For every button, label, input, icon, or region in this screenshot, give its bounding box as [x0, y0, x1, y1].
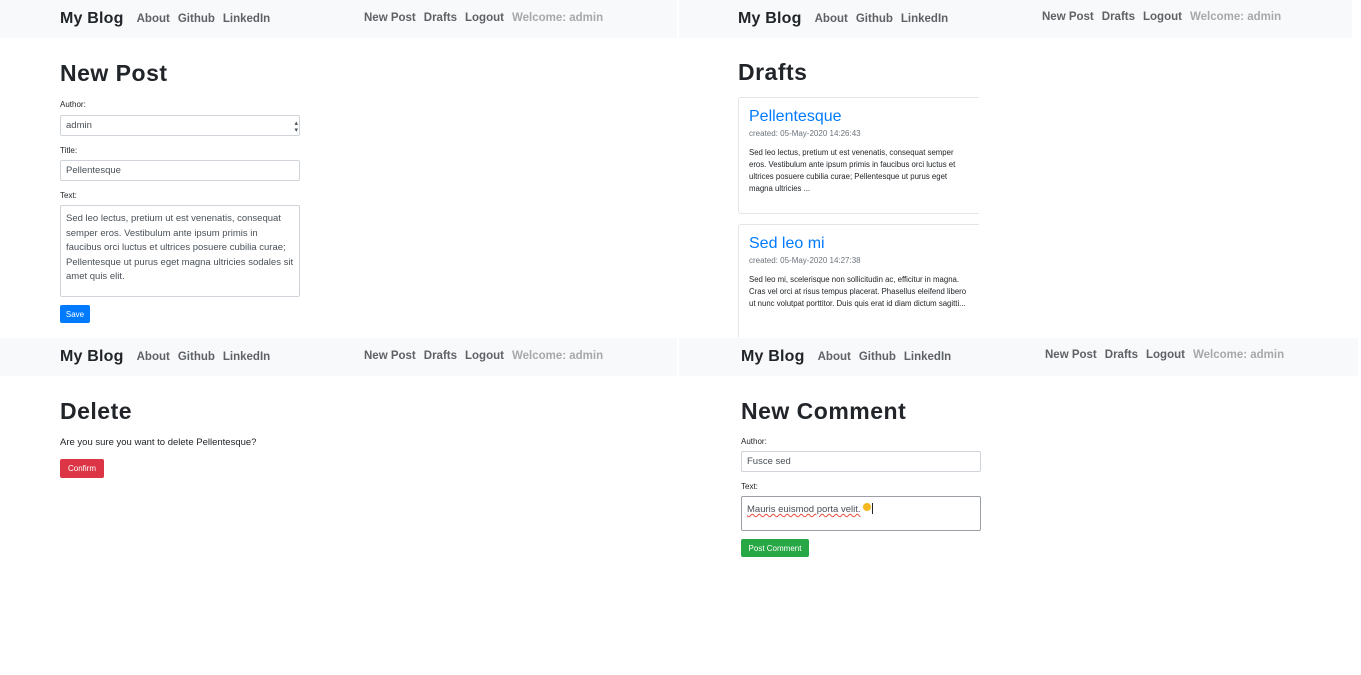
nav-about[interactable]: About — [815, 13, 848, 25]
draft-title-link[interactable]: Pellentesque — [749, 108, 969, 126]
delete-panel: My Blog About Github LinkedIn New Post D… — [0, 338, 677, 675]
nav-drafts[interactable]: Drafts — [1105, 349, 1138, 361]
navbar: My Blog About Github LinkedIn New Post D… — [679, 338, 1358, 376]
welcome-text: Welcome: admin — [511, 350, 604, 362]
text-label: Text: — [741, 482, 758, 491]
delete-question: Are you sure you want to delete Pellente… — [60, 437, 257, 448]
nav-new-post[interactable]: New Post — [1042, 11, 1094, 23]
nav-linkedin[interactable]: LinkedIn — [223, 351, 270, 363]
draft-excerpt: Sed leo lectus, pretium ut est venenatis… — [749, 148, 956, 193]
title-input[interactable]: Pellentesque — [60, 160, 300, 181]
author-select-value: admin — [66, 120, 92, 131]
navbar: My Blog About Github LinkedIn New Post D… — [679, 0, 1352, 38]
author-select[interactable]: admin ▴ ▾ — [60, 115, 300, 136]
chevron-updown-icon: ▴ ▾ — [294, 120, 298, 134]
draft-card: Sed leo mi created: 05-May-2020 14:27:38… — [738, 224, 979, 337]
page-title: Drafts — [738, 59, 808, 85]
brand-link[interactable]: My Blog — [60, 348, 124, 366]
new-comment-panel: My Blog About Github LinkedIn New Post D… — [679, 338, 1361, 675]
brand-link[interactable]: My Blog — [738, 10, 802, 28]
nav-github[interactable]: Github — [859, 351, 896, 363]
confirm-button[interactable]: Confirm — [60, 459, 104, 478]
nav-drafts[interactable]: Drafts — [424, 350, 457, 362]
nav-logout[interactable]: Logout — [465, 12, 504, 24]
title-label: Title: — [60, 146, 78, 155]
nav-linkedin[interactable]: LinkedIn — [901, 13, 948, 25]
navbar: My Blog About Github LinkedIn New Post D… — [0, 338, 677, 376]
post-comment-button[interactable]: Post Comment — [741, 539, 809, 557]
draft-created: created: 05-May-2020 14:27:38 — [749, 256, 861, 265]
page-title: New Comment — [741, 398, 907, 424]
nav-about[interactable]: About — [818, 351, 851, 363]
text-label: Text: — [60, 191, 77, 200]
draft-title-link[interactable]: Sed leo mi — [749, 235, 969, 253]
nav-github[interactable]: Github — [178, 351, 215, 363]
smiling-face-emoji — [862, 503, 871, 511]
nav-logout[interactable]: Logout — [1143, 11, 1182, 23]
nav-drafts[interactable]: Drafts — [424, 12, 457, 24]
comment-textarea[interactable]: Mauris euismod porta velit. — [741, 496, 981, 531]
welcome-text: Welcome: admin — [511, 12, 604, 24]
brand-link[interactable]: My Blog — [60, 10, 124, 28]
author-input[interactable]: Fusce sed — [741, 451, 981, 472]
nav-linkedin[interactable]: LinkedIn — [223, 13, 270, 25]
draft-created: created: 05-May-2020 14:26:43 — [749, 129, 861, 138]
drafts-panel: My Blog About Github LinkedIn New Post D… — [679, 0, 1361, 337]
nav-logout[interactable]: Logout — [1146, 349, 1185, 361]
welcome-text: Welcome: admin — [1192, 349, 1285, 361]
author-label: Author: — [741, 437, 767, 446]
text-cursor — [871, 503, 873, 514]
nav-linkedin[interactable]: LinkedIn — [904, 351, 951, 363]
nav-new-post[interactable]: New Post — [364, 350, 416, 362]
draft-excerpt: Sed leo mi, scelerisque non sollicitudin… — [749, 275, 967, 308]
draft-card: Pellentesque created: 05-May-2020 14:26:… — [738, 97, 979, 214]
comment-text: Mauris euismod porta velit. — [747, 504, 861, 515]
nav-github[interactable]: Github — [856, 13, 893, 25]
welcome-text: Welcome: admin — [1189, 11, 1282, 23]
nav-new-post[interactable]: New Post — [364, 12, 416, 24]
text-textarea[interactable]: Sed leo lectus, pretium ut est venenatis… — [60, 205, 300, 297]
nav-github[interactable]: Github — [178, 13, 215, 25]
navbar: My Blog About Github LinkedIn New Post D… — [0, 0, 677, 38]
nav-about[interactable]: About — [137, 13, 170, 25]
nav-new-post[interactable]: New Post — [1045, 349, 1097, 361]
page-title: New Post — [60, 60, 168, 86]
author-label: Author: — [60, 100, 86, 109]
brand-link[interactable]: My Blog — [741, 348, 805, 366]
nav-drafts[interactable]: Drafts — [1102, 11, 1135, 23]
new-post-panel: My Blog About Github LinkedIn New Post D… — [0, 0, 677, 337]
nav-about[interactable]: About — [137, 351, 170, 363]
page-title: Delete — [60, 398, 133, 424]
nav-logout[interactable]: Logout — [465, 350, 504, 362]
save-button[interactable]: Save — [60, 305, 90, 323]
